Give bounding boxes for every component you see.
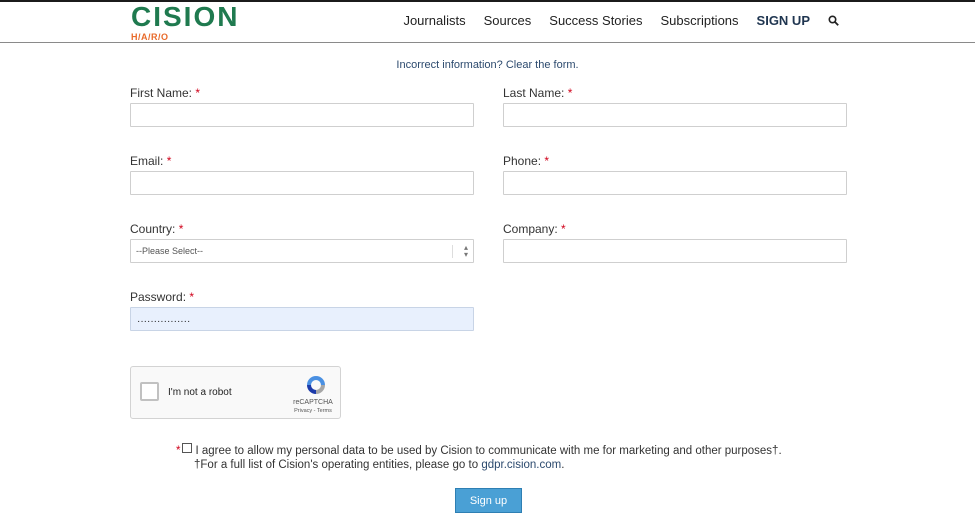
first-name-label-text: First Name:	[130, 86, 193, 100]
last-name-label-text: Last Name:	[503, 86, 565, 100]
select-divider	[452, 245, 453, 258]
first-name-input[interactable]	[130, 103, 474, 127]
recaptcha-logo-icon	[307, 376, 325, 394]
sign-up-button[interactable]: Sign up	[455, 488, 522, 513]
country-label-text: Country:	[130, 222, 176, 236]
cision-haro-logo[interactable]: CISION H/A/R/O	[131, 1, 240, 43]
required-mark: *	[544, 154, 550, 168]
entities-end: .	[561, 459, 565, 471]
first-name-label: First Name: *	[130, 86, 200, 100]
gdpr-link[interactable]: gdpr.cision.com	[481, 459, 561, 471]
email-input[interactable]	[130, 171, 474, 195]
recaptcha-label: I'm not a robot	[168, 387, 232, 398]
company-label-text: Company:	[503, 222, 558, 236]
recaptcha-widget: I'm not a robot reCAPTCHA Privacy - Term…	[130, 366, 341, 419]
recaptcha-brand: reCAPTCHA	[293, 399, 333, 406]
consent-text: I agree to allow my personal data to be …	[195, 445, 782, 457]
logo-wordmark: CISION	[131, 1, 240, 32]
logo-subtitle: H/A/R/O	[131, 32, 169, 42]
required-mark: *	[189, 290, 195, 304]
consent-checkbox[interactable]	[182, 443, 193, 453]
select-arrows-icon: ▴ ▾	[463, 243, 468, 259]
password-value: ················	[137, 316, 191, 327]
marketing-consent: * I agree to allow my personal data to be…	[176, 443, 782, 457]
last-name-input[interactable]	[503, 103, 847, 127]
nav-journalists[interactable]: Journalists	[403, 13, 465, 28]
nav-subscriptions[interactable]: Subscriptions	[660, 13, 738, 28]
company-input[interactable]	[503, 239, 847, 263]
nav-sign-up[interactable]: SIGN UP	[757, 13, 810, 28]
site-header: CISION H/A/R/O Journalists Sources Succe…	[0, 2, 975, 43]
required-mark: *	[178, 222, 184, 236]
company-label: Company: *	[503, 222, 566, 236]
search-icon[interactable]	[828, 15, 839, 26]
clear-form-link[interactable]: Incorrect information? Clear the form.	[0, 59, 975, 71]
recaptcha-checkbox[interactable]	[140, 382, 159, 401]
last-name-label: Last Name: *	[503, 86, 572, 100]
password-input[interactable]: ················	[130, 307, 474, 331]
email-label-text: Email:	[130, 154, 164, 168]
recaptcha-privacy-terms[interactable]: Privacy - Terms	[291, 408, 335, 414]
required-mark: *	[561, 222, 566, 236]
phone-input[interactable]	[503, 171, 847, 195]
main-nav: Journalists Sources Success Stories Subs…	[385, 13, 839, 28]
email-label: Email: *	[130, 154, 171, 168]
required-mark: *	[166, 154, 172, 168]
required-mark: *	[567, 86, 573, 100]
password-label: Password: *	[130, 290, 194, 304]
entities-note: †For a full list of Cision's operating e…	[194, 459, 564, 471]
phone-label-text: Phone:	[503, 154, 542, 168]
country-label: Country: *	[130, 222, 183, 236]
required-mark: *	[195, 86, 201, 100]
country-select[interactable]: --Please Select-- ▴ ▾	[130, 239, 474, 263]
nav-sources[interactable]: Sources	[484, 13, 532, 28]
password-label-text: Password:	[130, 290, 187, 304]
country-select-value: --Please Select--	[136, 246, 204, 256]
phone-label: Phone: *	[503, 154, 549, 168]
entities-text: †For a full list of Cision's operating e…	[194, 459, 479, 471]
nav-success-stories[interactable]: Success Stories	[549, 13, 642, 28]
required-mark: *	[176, 445, 181, 457]
